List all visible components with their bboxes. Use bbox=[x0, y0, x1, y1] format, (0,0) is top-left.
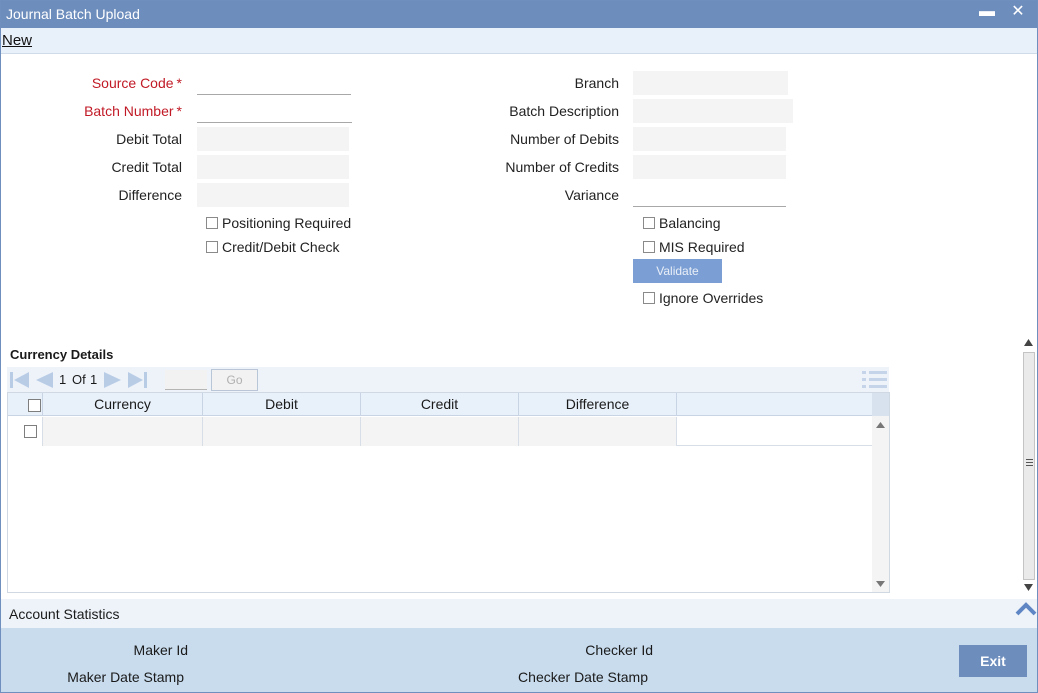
column-header-difference[interactable]: Difference bbox=[519, 393, 677, 416]
footer-panel: Maker Id Maker Date Stamp Checker Id Che… bbox=[1, 628, 1037, 692]
first-page-icon[interactable] bbox=[9, 370, 31, 390]
balancing-checkbox[interactable]: Balancing bbox=[643, 215, 721, 231]
scroll-up-icon[interactable] bbox=[876, 422, 885, 428]
column-header-credit[interactable]: Credit bbox=[361, 393, 519, 416]
currency-pager: 1 Of 1 Go bbox=[7, 367, 889, 393]
debit-total-field bbox=[197, 127, 349, 151]
grid-scrollbar-header bbox=[872, 393, 889, 416]
source-code-input[interactable] bbox=[197, 71, 351, 95]
batch-number-label: Batch Number * bbox=[84, 103, 182, 119]
page-scroll-up-icon[interactable] bbox=[1024, 339, 1033, 346]
number-of-credits-label: Number of Credits bbox=[505, 159, 619, 175]
difference-label: Difference bbox=[118, 187, 182, 203]
prev-page-icon[interactable] bbox=[33, 370, 55, 390]
account-statistics-title: Account Statistics bbox=[9, 606, 120, 622]
ignore-overrides-checkbox[interactable]: Ignore Overrides bbox=[643, 290, 763, 306]
grid-header: Currency Debit Credit Difference bbox=[8, 393, 872, 416]
mis-required-checkbox[interactable]: MIS Required bbox=[643, 239, 745, 255]
chevron-up-icon[interactable] bbox=[1014, 600, 1038, 618]
table-row[interactable] bbox=[8, 417, 872, 446]
row-select-cell bbox=[8, 417, 43, 446]
pager-current: 1 bbox=[59, 372, 67, 387]
checkbox-box[interactable] bbox=[643, 241, 655, 253]
batch-number-input[interactable] bbox=[197, 99, 352, 123]
close-icon[interactable]: ✕ bbox=[1007, 2, 1029, 24]
batch-description-label: Batch Description bbox=[509, 103, 619, 119]
batch-description-field bbox=[633, 99, 793, 123]
number-of-credits-field bbox=[633, 155, 786, 179]
journal-batch-upload-window: Journal Batch Upload ▬ ✕ New Source Code… bbox=[0, 0, 1038, 693]
maker-id-label: Maker Id bbox=[133, 642, 188, 658]
branch-label: Branch bbox=[574, 75, 619, 91]
currency-cell[interactable] bbox=[43, 417, 203, 446]
pager-of-label: Of bbox=[72, 372, 86, 387]
page-number-input[interactable] bbox=[165, 370, 207, 390]
checker-date-stamp-label: Checker Date Stamp bbox=[518, 669, 648, 685]
positioning-required-checkbox[interactable]: Positioning Required bbox=[206, 215, 351, 231]
grip-icon bbox=[1026, 459, 1033, 466]
column-menu-icon[interactable] bbox=[862, 369, 888, 389]
difference-cell[interactable] bbox=[519, 417, 677, 446]
pager-total: 1 bbox=[90, 372, 98, 387]
select-all-cell bbox=[8, 393, 43, 416]
select-all-checkbox[interactable] bbox=[28, 399, 41, 412]
account-statistics-bar[interactable]: Account Statistics bbox=[1, 599, 1037, 628]
page-scroll-thumb[interactable] bbox=[1023, 352, 1035, 580]
variance-input[interactable] bbox=[633, 183, 786, 207]
checkbox-box[interactable] bbox=[206, 241, 218, 253]
validate-button[interactable]: Validate bbox=[633, 259, 722, 283]
currency-details-title: Currency Details bbox=[10, 347, 114, 362]
credit-cell[interactable] bbox=[361, 417, 519, 446]
menu-bar: New bbox=[1, 28, 1037, 54]
title-bar: Journal Batch Upload ▬ ✕ bbox=[1, 1, 1037, 28]
page-scrollbar[interactable] bbox=[1021, 336, 1037, 596]
new-link[interactable]: New bbox=[2, 32, 32, 49]
credit-debit-check-checkbox[interactable]: Credit/Debit Check bbox=[206, 239, 340, 255]
branch-field bbox=[633, 71, 788, 95]
last-page-icon[interactable] bbox=[126, 370, 148, 390]
exit-button[interactable]: Exit bbox=[959, 645, 1027, 677]
checkbox-box[interactable] bbox=[643, 292, 655, 304]
grid-scrollbar[interactable] bbox=[872, 393, 889, 592]
difference-field bbox=[197, 183, 349, 207]
maker-date-stamp-label: Maker Date Stamp bbox=[67, 669, 184, 685]
checker-id-label: Checker Id bbox=[585, 642, 653, 658]
currency-details-grid: Currency Debit Credit Difference bbox=[7, 392, 890, 593]
debit-total-label: Debit Total bbox=[116, 131, 182, 147]
scroll-down-icon[interactable] bbox=[876, 581, 885, 587]
source-code-label: Source Code * bbox=[91, 75, 182, 91]
variance-label: Variance bbox=[564, 187, 619, 203]
credit-total-label: Credit Total bbox=[111, 159, 182, 175]
go-button[interactable]: Go bbox=[211, 369, 258, 391]
window-title: Journal Batch Upload bbox=[6, 6, 140, 22]
next-page-icon[interactable] bbox=[102, 370, 124, 390]
debit-cell[interactable] bbox=[203, 417, 361, 446]
row-checkbox[interactable] bbox=[24, 425, 37, 438]
page-scroll-down-icon[interactable] bbox=[1024, 584, 1033, 591]
column-header-debit[interactable]: Debit bbox=[203, 393, 361, 416]
number-of-debits-field bbox=[633, 127, 786, 151]
minimize-icon[interactable]: ▬ bbox=[976, 2, 998, 24]
credit-total-field bbox=[197, 155, 349, 179]
checkbox-box[interactable] bbox=[643, 217, 655, 229]
checkbox-box[interactable] bbox=[206, 217, 218, 229]
number-of-debits-label: Number of Debits bbox=[510, 131, 619, 147]
column-header-currency[interactable]: Currency bbox=[43, 393, 203, 416]
